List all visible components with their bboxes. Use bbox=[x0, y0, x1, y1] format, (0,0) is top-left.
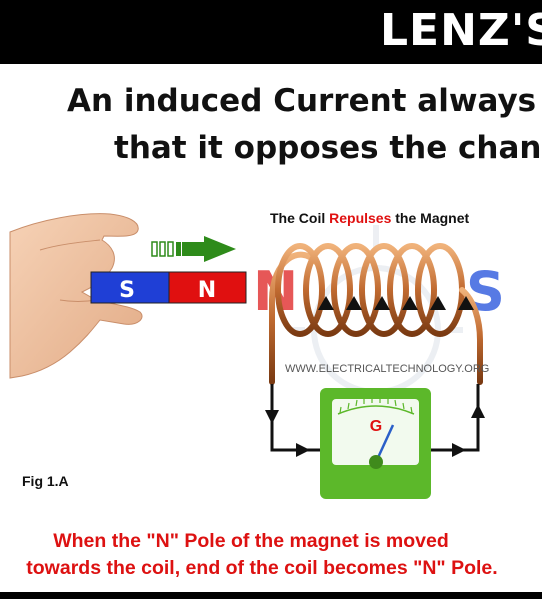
galvanometer-label: G bbox=[370, 418, 382, 435]
caption-line-2: towards the coil, end of the coil become… bbox=[26, 557, 498, 579]
magnet-south-label: S bbox=[119, 278, 135, 303]
galvanometer-icon: G bbox=[320, 388, 431, 499]
caption-line-1: When the "N" Pole of the magnet is moved bbox=[53, 530, 449, 552]
motion-arrow-icon bbox=[151, 236, 236, 262]
copper-coil bbox=[269, 243, 483, 385]
diagram-title-suffix: the Magnet bbox=[391, 210, 469, 226]
figure-label: Fig 1.A bbox=[22, 473, 69, 489]
watermark-text: WWW.ELECTRICALTECHNOLOGY.ORG bbox=[285, 363, 489, 375]
coil-south-pole: S bbox=[466, 260, 505, 323]
current-arrow-icon bbox=[318, 296, 474, 310]
diagram-title: The Coil Repulses the Magnet bbox=[270, 210, 469, 226]
diagram-title-prefix: The Coil bbox=[270, 210, 329, 226]
bar-magnet: S N bbox=[90, 271, 247, 304]
bottom-bar bbox=[0, 592, 542, 599]
lenz-law-diagram: S N The Coil Repulses the Magnet N S WWW… bbox=[9, 210, 505, 499]
magnet-north-label: N bbox=[198, 278, 216, 303]
diagram-title-highlight: Repulses bbox=[329, 210, 391, 226]
